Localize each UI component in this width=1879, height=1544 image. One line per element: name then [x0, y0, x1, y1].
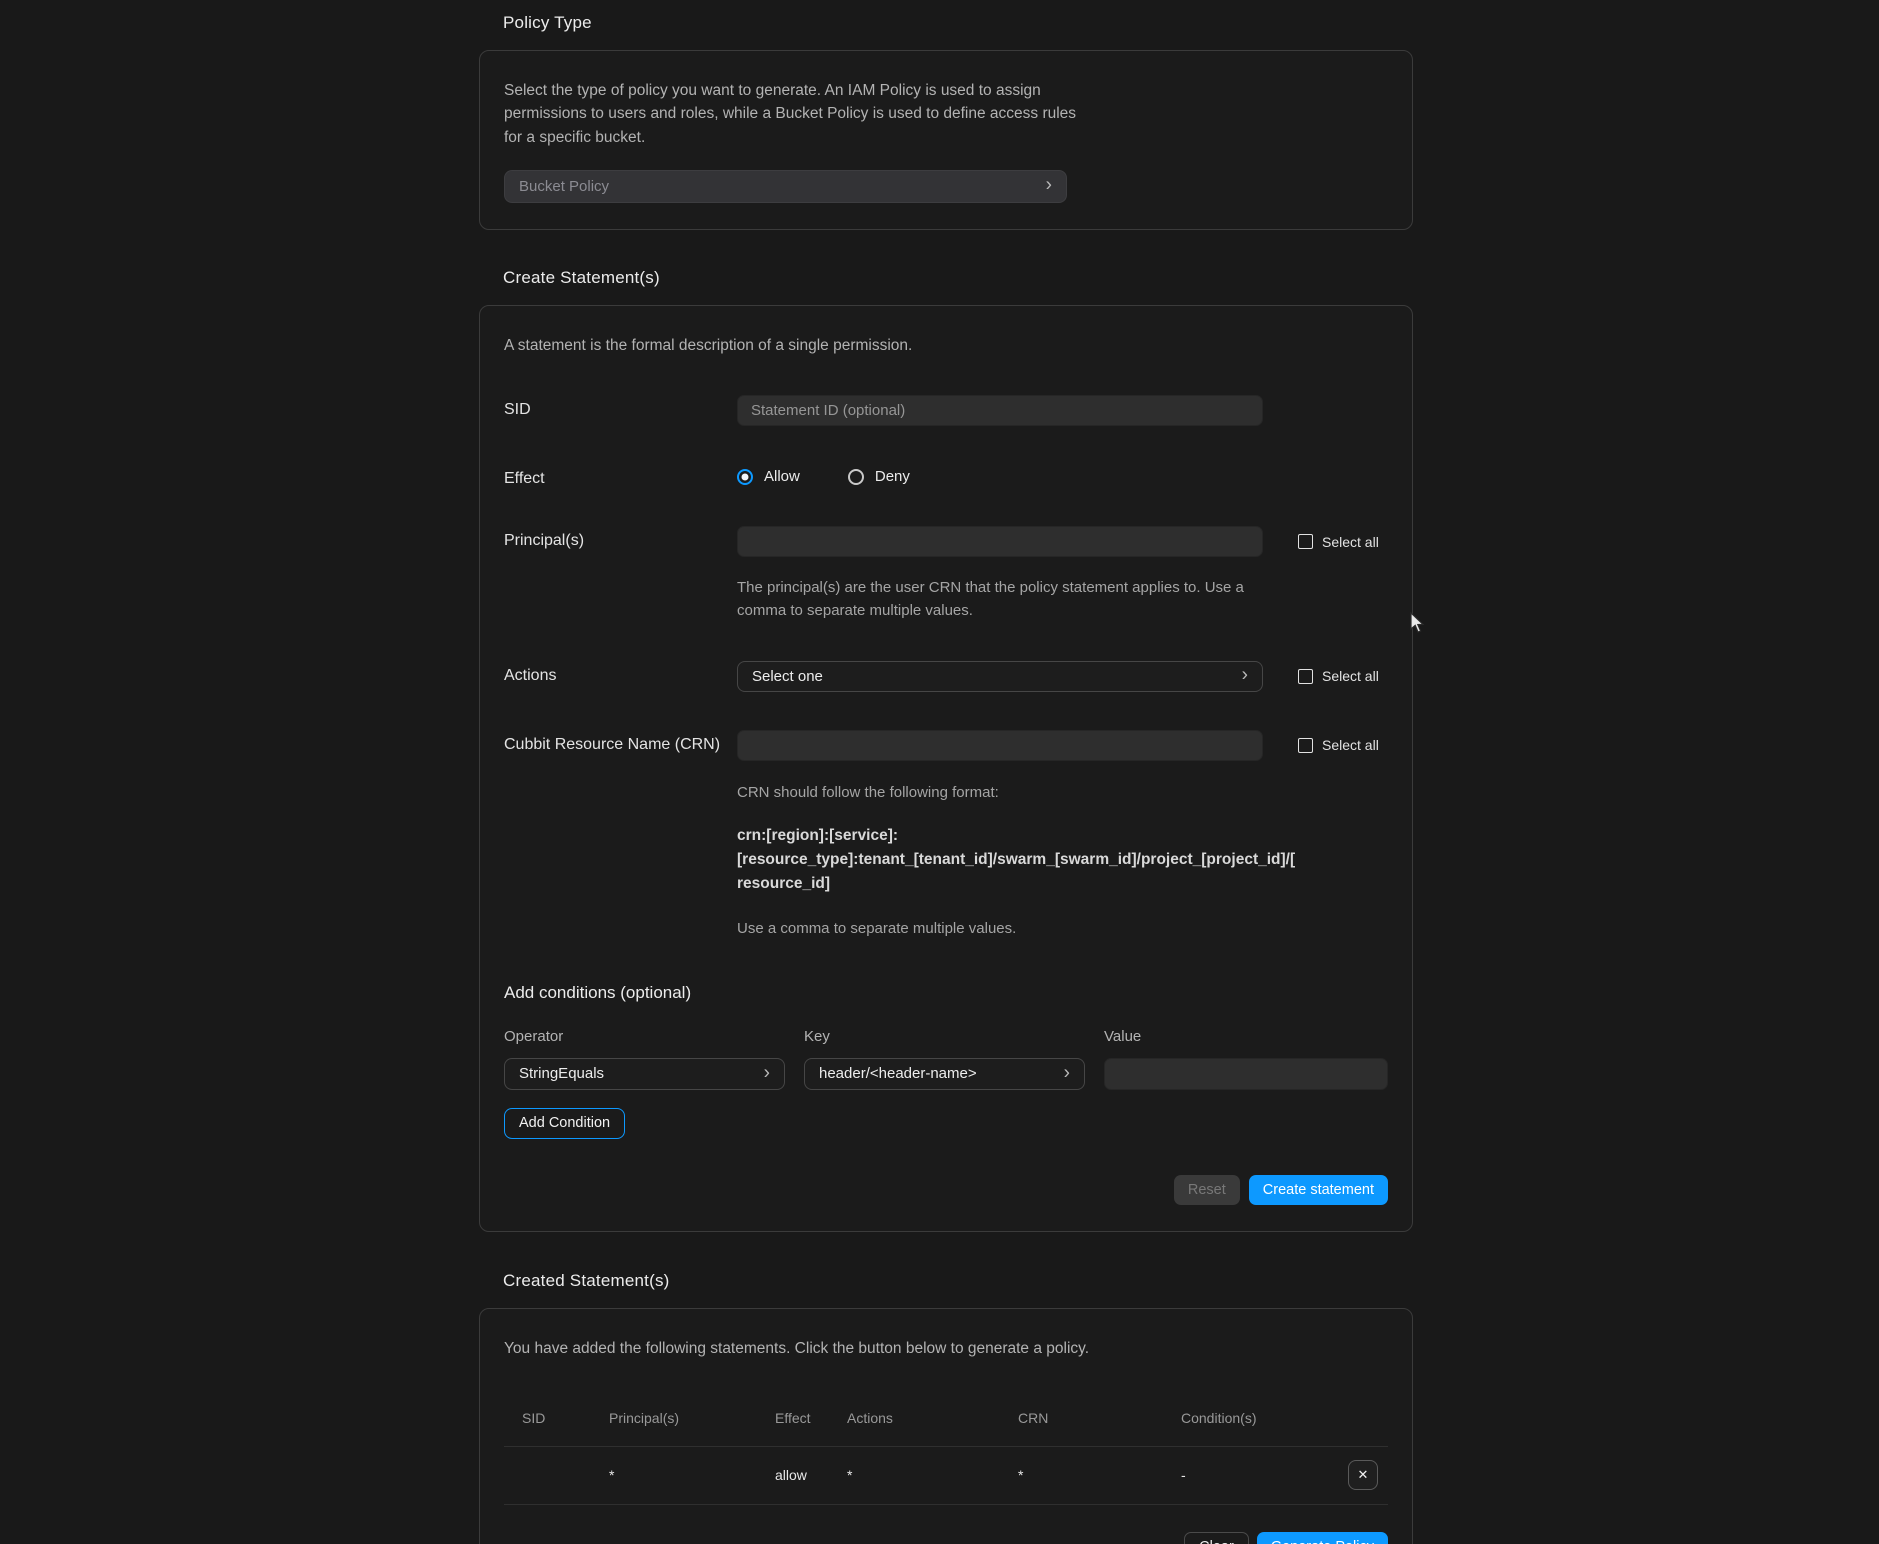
crn-format-text: crn:[region]:[service]:[resource_type]:t…: [737, 824, 1297, 896]
actions-select[interactable]: Select one ›: [737, 661, 1263, 692]
table-row: * allow * * - ✕: [504, 1447, 1388, 1504]
actions-select-all[interactable]: Select all: [1298, 668, 1379, 684]
effect-deny-label: Deny: [875, 468, 910, 485]
policy-type-title: Policy Type: [503, 0, 1413, 33]
policy-type-card: Select the type of policy you want to ge…: [479, 50, 1413, 230]
chevron-right-icon: ›: [764, 1063, 770, 1082]
value-label: Value: [1104, 1028, 1388, 1045]
checkbox-icon: [1298, 738, 1313, 753]
operator-select-value: StringEquals: [519, 1065, 604, 1082]
crn-select-all-label: Select all: [1322, 737, 1379, 753]
principals-select-all-label: Select all: [1322, 534, 1379, 550]
policy-generator-page: Policy Type Select the type of policy yo…: [0, 0, 1879, 1544]
effect-label: Effect: [504, 464, 737, 488]
crn-select-all[interactable]: Select all: [1298, 737, 1379, 753]
cell-principals: *: [609, 1467, 775, 1483]
principals-label: Principal(s): [504, 526, 737, 550]
clear-button[interactable]: Clear: [1184, 1532, 1249, 1544]
value-input[interactable]: [1104, 1058, 1388, 1090]
created-statements-title: Created Statement(s): [503, 1271, 1413, 1291]
chevron-right-icon: ›: [1242, 666, 1248, 685]
crn-label: Cubbit Resource Name (CRN): [504, 730, 737, 754]
chevron-right-icon: ›: [1064, 1063, 1070, 1082]
key-select[interactable]: header/<header-name> ›: [804, 1058, 1085, 1090]
operator-select[interactable]: StringEquals ›: [504, 1058, 785, 1090]
crn-help-intro: CRN should follow the following format:: [737, 784, 1388, 801]
crn-help-block: CRN should follow the following format: …: [737, 784, 1388, 937]
created-statements-description: You have added the following statements.…: [504, 1337, 1388, 1360]
create-statement-card: A statement is the formal description of…: [479, 305, 1413, 1232]
actions-select-value: Select one: [752, 668, 823, 685]
principals-select-all[interactable]: Select all: [1298, 534, 1379, 550]
crn-row: Cubbit Resource Name (CRN) Select all: [504, 730, 1388, 761]
statement-actions-row: Reset Create statement: [504, 1175, 1388, 1205]
create-statement-description: A statement is the formal description of…: [504, 334, 1388, 357]
col-header-conditions: Condition(s): [1181, 1410, 1348, 1426]
cell-crn: *: [1018, 1467, 1181, 1483]
statements-table: SID Principal(s) Effect Actions CRN Cond…: [504, 1410, 1388, 1505]
radio-unselected-icon: [848, 469, 864, 485]
principals-row: Principal(s) Select all: [504, 526, 1388, 557]
policy-type-select-value: Bucket Policy: [519, 178, 609, 195]
radio-selected-icon: [737, 469, 753, 485]
crn-input[interactable]: [737, 730, 1263, 761]
content-column: Policy Type Select the type of policy yo…: [479, 0, 1413, 1544]
table-header-row: SID Principal(s) Effect Actions CRN Cond…: [504, 1410, 1388, 1446]
col-header-sid: SID: [522, 1410, 609, 1426]
operator-label: Operator: [504, 1028, 785, 1045]
col-header-actions: Actions: [847, 1410, 1018, 1426]
principals-help-text: The principal(s) are the user CRN that t…: [737, 576, 1274, 623]
key-select-value: header/<header-name>: [819, 1065, 977, 1082]
generate-policy-button[interactable]: Generate Policy: [1257, 1532, 1388, 1544]
remove-statement-button[interactable]: ✕: [1348, 1460, 1378, 1490]
policy-type-select[interactable]: Bucket Policy ›: [504, 170, 1067, 203]
close-icon: ✕: [1358, 1467, 1369, 1483]
sid-input[interactable]: [737, 395, 1263, 426]
checkbox-icon: [1298, 534, 1313, 549]
cell-conditions: -: [1181, 1467, 1348, 1483]
sid-label: SID: [504, 395, 737, 419]
col-header-principals: Principal(s): [609, 1410, 775, 1426]
policy-actions-row: Clear Generate Policy: [504, 1532, 1388, 1544]
col-header-crn: CRN: [1018, 1410, 1181, 1426]
principals-input[interactable]: [737, 526, 1263, 557]
sid-row: SID: [504, 395, 1388, 426]
chevron-right-icon: ›: [1046, 176, 1052, 195]
effect-allow-radio[interactable]: Allow: [737, 468, 800, 485]
created-statements-card: You have added the following statements.…: [479, 1308, 1413, 1544]
policy-type-description: Select the type of policy you want to ge…: [504, 79, 1079, 149]
create-statement-button[interactable]: Create statement: [1249, 1175, 1388, 1205]
create-statement-title: Create Statement(s): [503, 268, 1413, 288]
add-condition-button[interactable]: Add Condition: [504, 1108, 625, 1139]
effect-allow-label: Allow: [764, 468, 800, 485]
actions-label: Actions: [504, 661, 737, 685]
effect-deny-radio[interactable]: Deny: [848, 468, 910, 485]
col-header-effect: Effect: [775, 1410, 847, 1426]
actions-select-all-label: Select all: [1322, 668, 1379, 684]
conditions-grid: Operator StringEquals › Key header/<head…: [504, 1028, 1388, 1090]
table-divider: [504, 1504, 1388, 1505]
conditions-title: Add conditions (optional): [504, 983, 1388, 1003]
reset-button[interactable]: Reset: [1174, 1175, 1240, 1205]
cell-effect: allow: [775, 1467, 847, 1483]
cell-actions: *: [847, 1467, 1018, 1483]
key-label: Key: [804, 1028, 1085, 1045]
crn-help-outro: Use a comma to separate multiple values.: [737, 920, 1388, 937]
actions-row: Actions Select one › Select all: [504, 661, 1388, 692]
effect-row: Effect Allow Deny: [504, 464, 1388, 488]
checkbox-icon: [1298, 669, 1313, 684]
